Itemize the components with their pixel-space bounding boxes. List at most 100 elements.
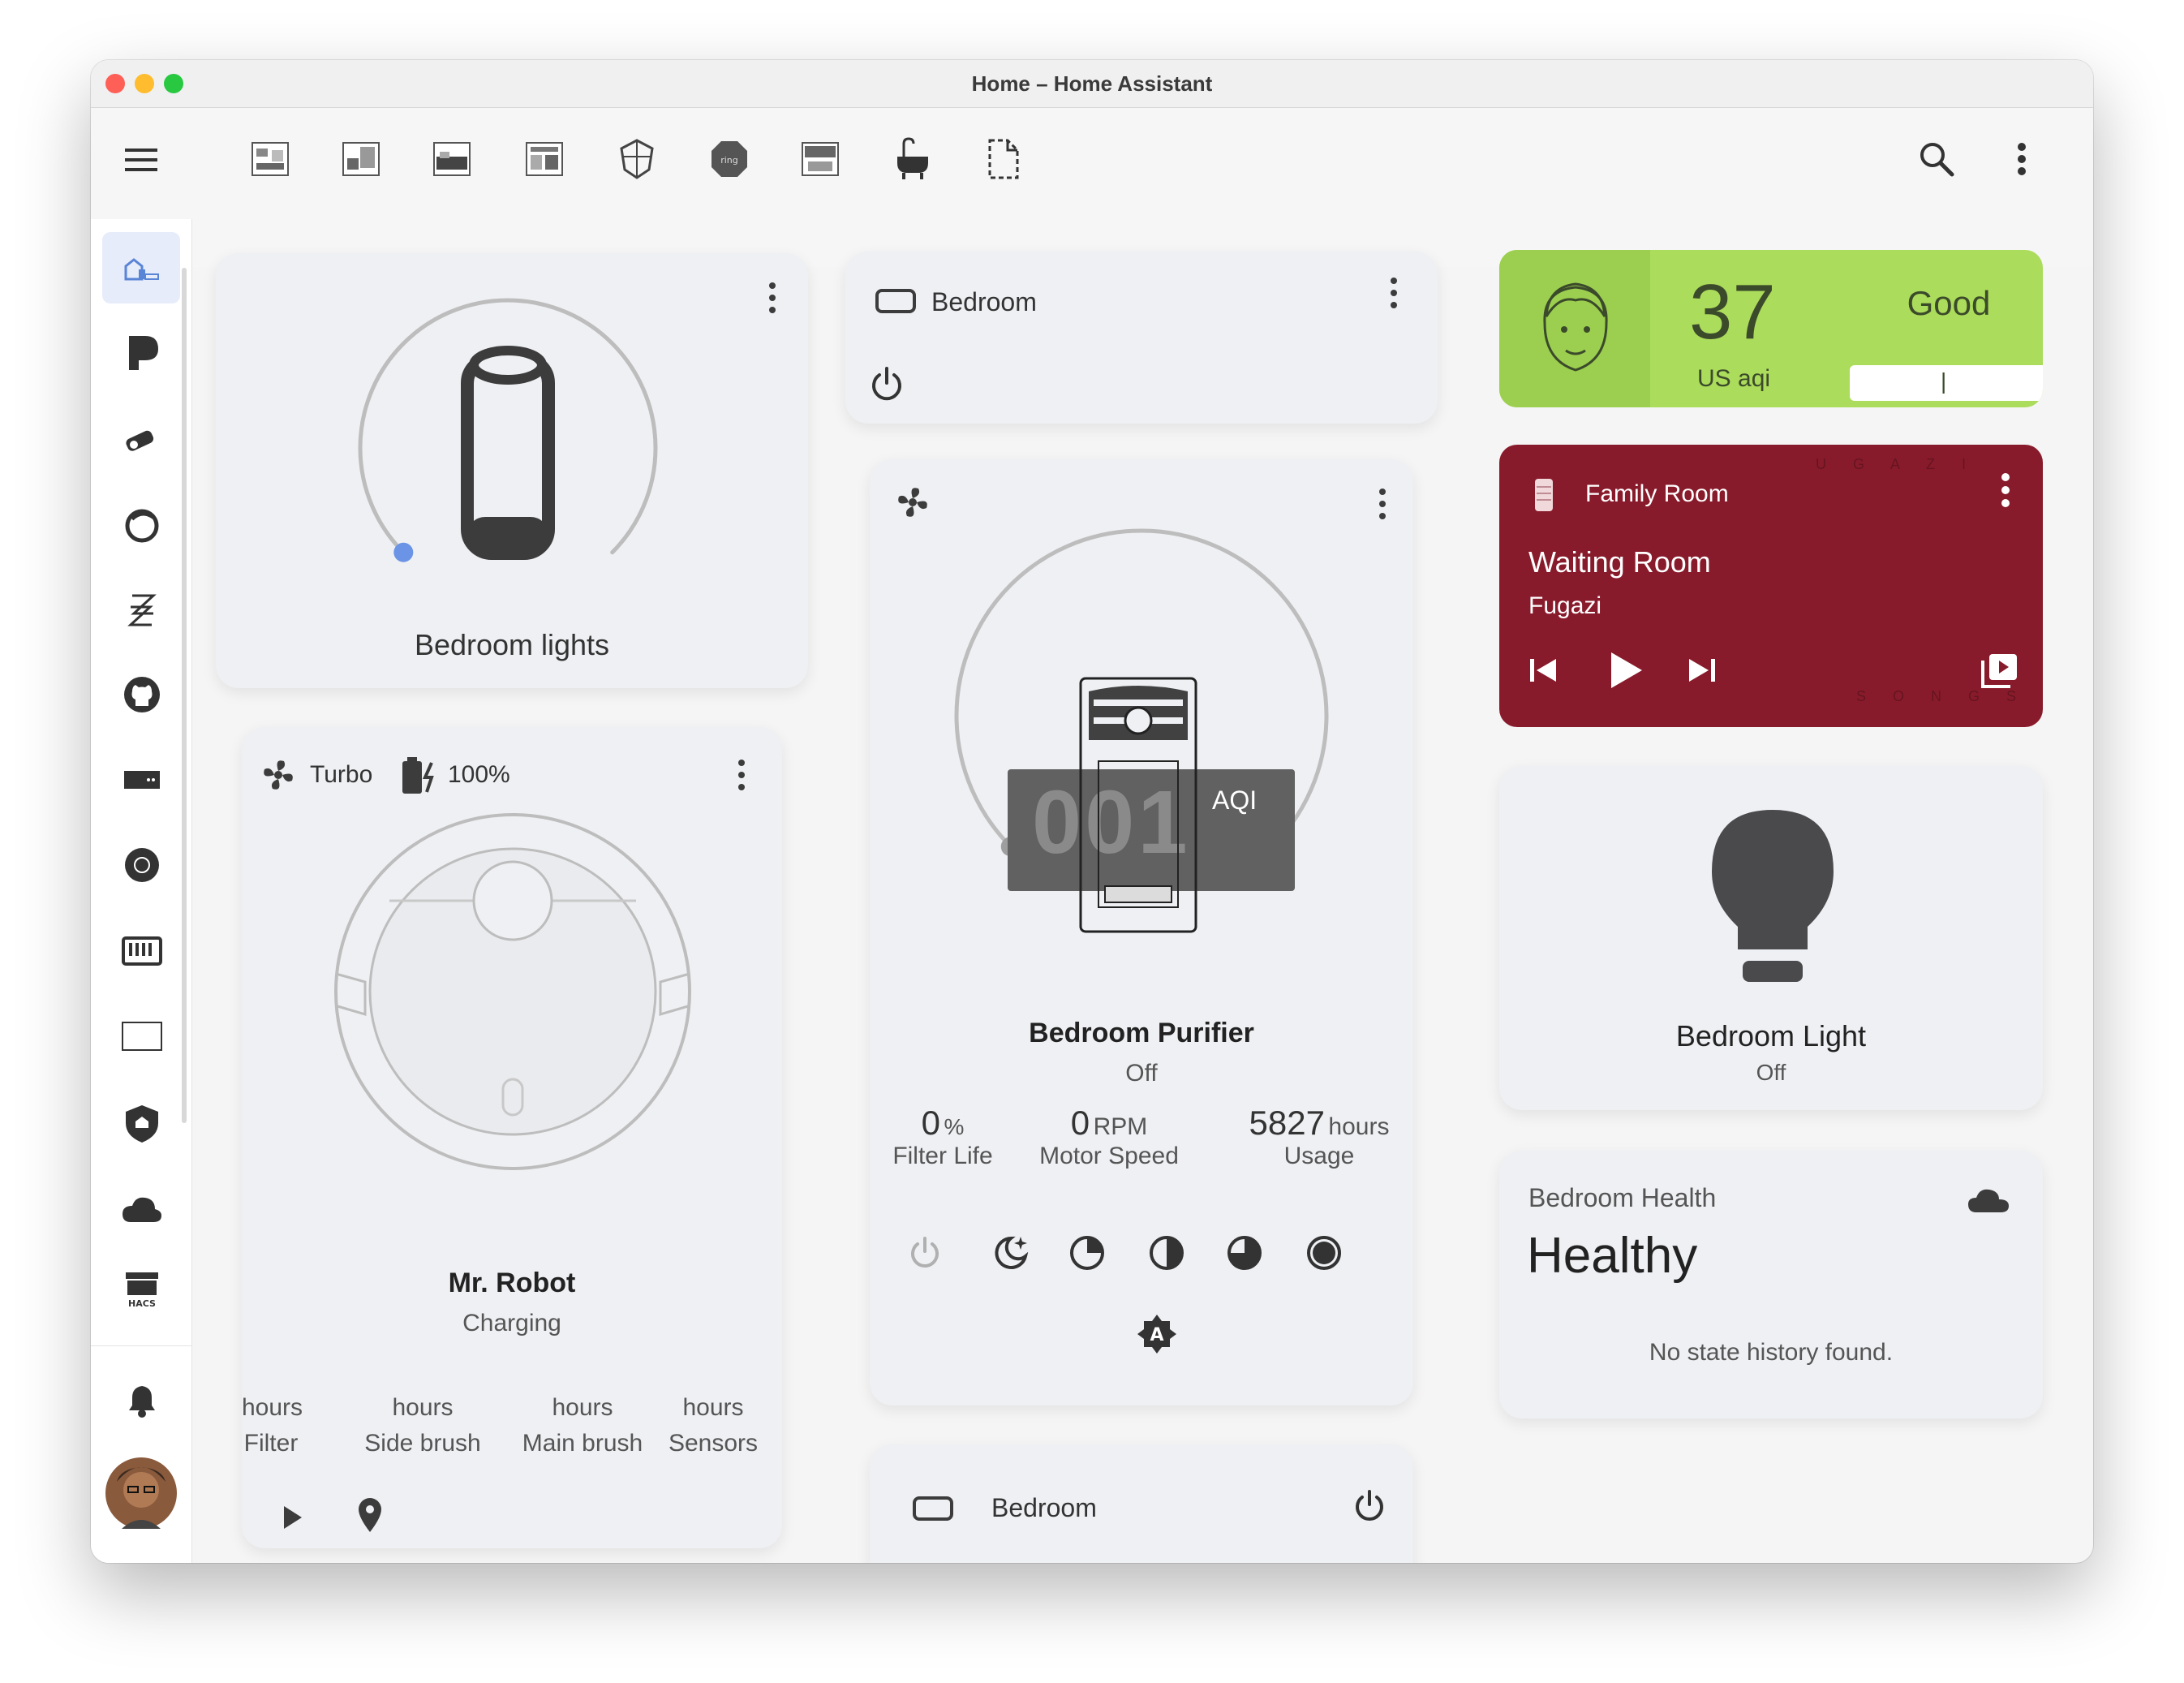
purifier-state: Off — [1125, 1060, 1158, 1087]
lightbulb-icon — [1712, 810, 1834, 982]
album-art-text-bottom: S O N G S — [1856, 688, 2028, 704]
plex-icon[interactable] — [121, 331, 163, 373]
brightness-slider[interactable] — [337, 286, 678, 594]
smart-speaker-icon — [1535, 479, 1553, 511]
filter-stat-unit: hours — [242, 1394, 303, 1421]
media-title: Waiting Room — [1528, 545, 1711, 579]
speed-low-icon[interactable] — [1068, 1233, 1107, 1272]
motor-speed-value: 0 RPM — [1070, 1104, 1148, 1142]
aqi-scale-marker: | — [1941, 368, 1947, 394]
svg-text:HACS: HACS — [128, 1298, 156, 1309]
more-options-icon[interactable] — [2017, 142, 2027, 178]
purifier-more-icon[interactable] — [1379, 489, 1386, 525]
tv-power-icon[interactable] — [868, 365, 905, 402]
vacuum-name: Mr. Robot — [448, 1268, 576, 1298]
bedroom-health-card[interactable]: Bedroom Health Healthy No state history … — [1499, 1151, 2043, 1418]
svg-text:A: A — [1150, 1325, 1163, 1345]
media-more-icon[interactable] — [2001, 472, 2010, 510]
sidebar-divider — [91, 1345, 191, 1346]
keyboard-icon[interactable] — [121, 930, 163, 972]
lights-more-icon[interactable] — [769, 282, 776, 319]
tv-name: Bedroom — [931, 287, 1037, 316]
purifier-device-image — [1079, 677, 1197, 933]
document-icon[interactable] — [985, 137, 1021, 181]
camera-icon[interactable] — [121, 419, 163, 461]
room-4-icon[interactable] — [524, 139, 565, 179]
speaker-icon[interactable] — [121, 844, 163, 886]
bedroom-light-state: Off — [1756, 1060, 1786, 1085]
purifier-card[interactable]: 001 AQI Bedroom Purifier Off 0 % Filter … — [870, 459, 1413, 1405]
filter-life-value: 0 % — [921, 1104, 965, 1142]
bell-icon[interactable] — [121, 1380, 163, 1422]
bedroom-icon[interactable] — [432, 139, 472, 179]
home-shield-icon[interactable] — [121, 1102, 163, 1144]
zigbee-icon[interactable] — [121, 589, 163, 631]
fan-icon — [898, 488, 927, 517]
github-icon[interactable] — [121, 674, 163, 716]
vacuum-status: Charging — [462, 1310, 561, 1336]
battery-level: 100% — [448, 761, 510, 788]
health-message: No state history found. — [1649, 1339, 1894, 1366]
start-cleaning-icon[interactable] — [277, 1501, 307, 1534]
window-title: Home – Home Assistant — [971, 71, 1213, 96]
bathtub-icon[interactable] — [892, 136, 933, 183]
top-toolbar: ring — [91, 108, 2093, 267]
fan-icon — [264, 760, 293, 790]
media-room-name: Family Room — [1585, 480, 1729, 507]
title-bar: Home – Home Assistant — [91, 60, 2093, 108]
family-room-media-card[interactable]: U G A Z I S O N G S Family Room Waiting … — [1499, 445, 2043, 727]
media-browse-icon[interactable] — [1980, 651, 2020, 690]
home-overview-icon — [124, 258, 159, 281]
sensors-stat-label: Sensors — [668, 1430, 759, 1457]
reptile-icon[interactable] — [121, 503, 163, 545]
tv-outline-icon[interactable] — [121, 1016, 163, 1058]
air-quality-card[interactable]: 37 US aqi Good | — [1499, 250, 2043, 407]
cloud-icon[interactable] — [121, 1188, 163, 1230]
hacs-store-icon[interactable]: HACS — [121, 1268, 163, 1310]
media-next-icon[interactable] — [1686, 654, 1718, 687]
face-icon — [1543, 282, 1608, 372]
filter-life-label: Filter Life — [892, 1143, 993, 1169]
aqi-unit-label: US aqi — [1697, 365, 1771, 392]
router-icon[interactable] — [121, 758, 163, 800]
vacuum-card[interactable]: Turbo 100% Mr. Robot Charging hours Filt… — [242, 727, 782, 1548]
bedroom-light-card[interactable]: Bedroom Light Off — [1499, 766, 2043, 1110]
room-1-icon[interactable] — [250, 139, 290, 179]
media-small-name: Bedroom — [991, 1493, 1097, 1522]
menu-icon[interactable] — [123, 145, 159, 174]
bedroom-light-name: Bedroom Light — [1675, 1019, 1867, 1052]
purifier-power-icon[interactable] — [907, 1235, 943, 1271]
search-icon[interactable] — [1918, 140, 1955, 178]
avatar[interactable] — [105, 1457, 177, 1529]
svg-text:ring: ring — [720, 155, 738, 166]
sidebar-scrollbar[interactable] — [182, 268, 187, 1123]
ring-icon[interactable]: ring — [709, 139, 750, 179]
tv-more-icon[interactable] — [1391, 278, 1397, 314]
app-window: Home – Home Assistant ring HACS Bedroom … — [91, 60, 2093, 1563]
speed-medium-icon[interactable] — [1147, 1233, 1186, 1272]
usage-value: 5827 hours — [1249, 1104, 1390, 1142]
speed-max-icon[interactable] — [1305, 1233, 1344, 1272]
shield-house-icon[interactable] — [617, 137, 657, 181]
media-play-icon[interactable] — [1605, 649, 1645, 691]
bedroom-media-card[interactable]: Bedroom — [870, 1444, 1413, 1563]
filter-stat-label: Filter — [243, 1430, 299, 1457]
media-artist: Fugazi — [1528, 592, 1602, 619]
health-title: Bedroom Health — [1528, 1183, 1717, 1212]
room-2-icon[interactable] — [341, 139, 381, 179]
vacuum-more-icon[interactable] — [738, 760, 745, 796]
media-power-icon[interactable] — [1352, 1488, 1387, 1524]
room-7-icon[interactable] — [800, 139, 840, 179]
tv-icon — [913, 1496, 953, 1521]
locate-icon[interactable] — [355, 1496, 385, 1535]
bedroom-tv-card[interactable]: Bedroom — [845, 252, 1438, 424]
bedroom-lights-card[interactable]: Bedroom lights — [216, 253, 808, 688]
media-previous-icon[interactable] — [1527, 654, 1559, 687]
night-mode-icon[interactable] — [991, 1233, 1030, 1272]
usage-label: Usage — [1283, 1143, 1355, 1169]
fan-mode-label: Turbo — [310, 761, 373, 788]
speed-high-icon[interactable] — [1225, 1233, 1264, 1272]
aqi-quality-label: Good — [1907, 284, 1991, 322]
purifier-name: Bedroom Purifier — [1029, 1018, 1254, 1048]
auto-mode-icon[interactable]: A — [1136, 1313, 1178, 1355]
